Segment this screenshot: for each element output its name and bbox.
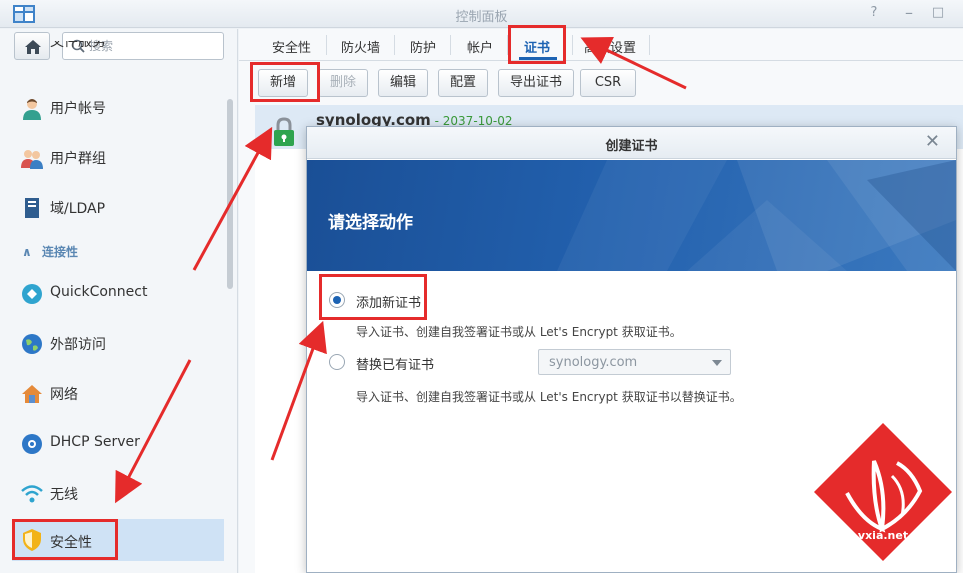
sidebar-item-label: 域/LDAP <box>50 201 106 217</box>
sidebar-item-user-account[interactable]: 用户帐号 <box>12 87 224 127</box>
replace-certificate-label[interactable]: 替换已有证书 <box>356 354 434 373</box>
sidebar-item-label: 外部访问 <box>50 337 106 353</box>
wifi-icon <box>21 485 43 503</box>
tab-separator <box>394 35 395 55</box>
globe-icon <box>22 334 42 354</box>
csr-button[interactable]: CSR <box>580 69 636 97</box>
tab-certificate[interactable]: 证书 <box>524 37 550 56</box>
sidebar-item-wireless[interactable]: 无线 <box>12 473 224 513</box>
lock-icon <box>274 117 294 146</box>
collapse-icon: ∧ <box>22 245 32 259</box>
sidebar-item-label: 用户群组 <box>50 151 106 167</box>
minimize-button[interactable]: – <box>901 5 917 21</box>
sidebar-item-network[interactable]: 网络 <box>12 373 224 413</box>
window-titlebar: 控制面板 ? – □ <box>0 0 963 28</box>
replace-certificate-description: 导入证书、创建自我签署证书或从 Let's Encrypt 获取证书以替换证书。 <box>356 390 742 404</box>
network-icon <box>22 385 42 403</box>
quickconnect-icon <box>22 284 42 304</box>
sidebar-item-dhcp-server[interactable]: DHCP Server <box>12 423 224 463</box>
watermark-text: vxia.net <box>857 529 909 542</box>
tab-security[interactable]: 安全性 <box>272 37 311 56</box>
tab-account[interactable]: 帐户 <box>467 37 493 56</box>
certificate-select-value: synology.com <box>549 355 638 370</box>
tab-firewall[interactable]: 防火墙 <box>341 37 380 56</box>
dialog-banner: 请选择动作 <box>307 160 956 271</box>
active-tab-indicator <box>519 57 557 60</box>
tab-advanced[interactable]: 高级设置 <box>584 37 636 56</box>
close-window-button[interactable]: □ <box>930 5 946 21</box>
dhcp-icon <box>22 434 42 454</box>
configure-button[interactable]: 配置 <box>438 69 488 97</box>
sidebar-item-label: 文件服务 <box>50 41 106 50</box>
shield-icon <box>23 529 41 551</box>
export-certificate-button[interactable]: 导出证书 <box>498 69 574 97</box>
add-new-certificate-description: 导入证书、创建自我签署证书或从 Let's Encrypt 获取证书。 <box>356 325 682 339</box>
watermark-logo: vxia.net <box>812 421 954 563</box>
sidebar-item-label: 用户帐号 <box>50 101 106 117</box>
sidebar-item-label: 无线 <box>50 487 78 503</box>
sidebar: 文件服务 用户帐号 用户群组 域/LDAP ∧ 连接性 <box>0 29 238 573</box>
close-icon[interactable]: ✕ <box>925 133 940 151</box>
sidebar-item-label: 网络 <box>50 387 78 403</box>
sidebar-item-quickconnect[interactable]: QuickConnect <box>12 273 224 313</box>
dialog-heading: 请选择动作 <box>328 213 413 233</box>
chevron-down-icon <box>712 360 722 366</box>
sidebar-item-security[interactable]: 安全性 <box>12 519 224 561</box>
help-button[interactable]: ? <box>866 5 882 21</box>
group-icon <box>21 150 43 169</box>
window-title: 控制面板 <box>455 10 508 25</box>
dialog-title: 创建证书 <box>605 139 658 154</box>
tab-bar: 安全性 防火墙 防护 帐户 证书 高级设置 <box>239 29 963 61</box>
tab-separator <box>326 35 327 55</box>
sidebar-item-file-services[interactable]: 文件服务 <box>12 41 224 61</box>
section-header-connectivity[interactable]: ∧ 连接性 <box>22 243 78 260</box>
sidebar-item-domain-ldap[interactable]: 域/LDAP <box>12 187 224 227</box>
delete-button[interactable]: 删除 <box>318 69 368 97</box>
edit-button[interactable]: 编辑 <box>378 69 428 97</box>
add-button[interactable]: 新增 <box>258 69 308 97</box>
tab-separator <box>572 35 573 55</box>
tab-separator <box>649 35 650 55</box>
sidebar-item-label: DHCP Server <box>50 434 140 450</box>
sidebar-item-label: QuickConnect <box>50 284 148 300</box>
tab-separator <box>507 35 508 55</box>
tab-protection[interactable]: 防护 <box>410 37 436 56</box>
sidebar-scrollbar[interactable] <box>227 99 233 289</box>
replace-certificate-radio[interactable] <box>329 354 345 370</box>
sidebar-item-user-group[interactable]: 用户群组 <box>12 137 224 177</box>
sidebar-item-external-access[interactable]: 外部访问 <box>12 323 224 363</box>
add-new-certificate-radio[interactable] <box>329 292 345 308</box>
tab-separator <box>450 35 451 55</box>
user-icon <box>23 99 41 120</box>
domain-icon <box>25 198 39 218</box>
add-new-certificate-label[interactable]: 添加新证书 <box>356 292 421 311</box>
sidebar-item-label: 安全性 <box>50 535 92 551</box>
certificate-select[interactable]: synology.com <box>538 349 731 375</box>
dialog-header: 创建证书 ✕ <box>307 127 956 159</box>
section-label: 连接性 <box>41 245 78 259</box>
